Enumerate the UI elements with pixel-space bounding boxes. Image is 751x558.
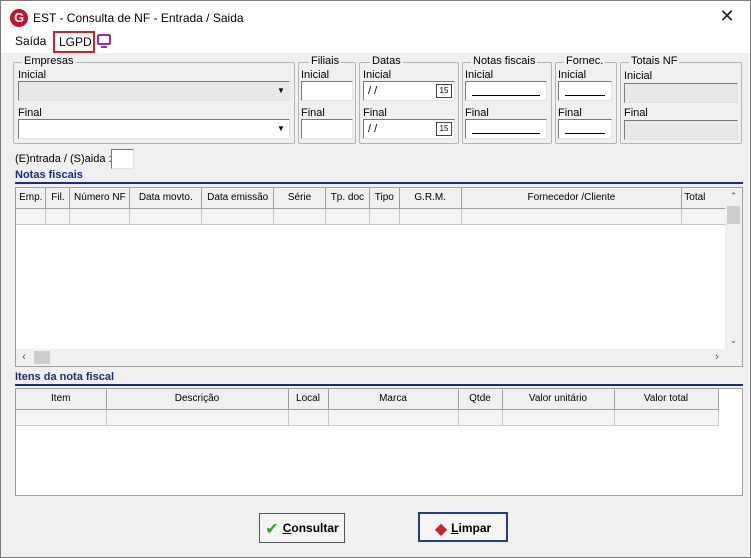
calendar-icon[interactable]: 15 bbox=[436, 122, 452, 136]
notas-grid[interactable]: Emp. Fil. Número NF Data movto. Data emi… bbox=[15, 187, 743, 367]
scroll-left-icon[interactable]: ‹ bbox=[16, 349, 32, 366]
close-button[interactable]: ✕ bbox=[704, 1, 750, 31]
fornec-inicial-input[interactable] bbox=[558, 81, 612, 101]
notas-inicial-input[interactable] bbox=[465, 81, 547, 101]
col-header[interactable]: Fil. bbox=[45, 188, 71, 209]
filiais-title: Filiais bbox=[309, 55, 342, 67]
scroll-down-icon[interactable]: ⌄ bbox=[725, 332, 742, 348]
col-header[interactable]: Local bbox=[288, 389, 329, 410]
consultar-button[interactable]: ✔ Consultar bbox=[259, 513, 345, 543]
itens-table: Item Descrição Local Marca Qtde Valor un… bbox=[16, 389, 719, 426]
fornec-final-label: Final bbox=[558, 107, 582, 119]
scroll-up-icon[interactable]: ⌃ bbox=[725, 188, 742, 204]
notas-table: Emp. Fil. Número NF Data movto. Data emi… bbox=[16, 188, 742, 225]
title-bar: G EST - Consulta de NF - Entrada / Saida… bbox=[1, 1, 750, 31]
chevron-down-icon[interactable]: ▼ bbox=[274, 83, 288, 99]
datas-inicial-label: Inicial bbox=[363, 69, 392, 81]
window: G EST - Consulta de NF - Entrada / Saida… bbox=[0, 0, 751, 558]
col-header[interactable]: Série bbox=[273, 188, 326, 209]
horizontal-scrollbar[interactable]: ‹ › bbox=[16, 349, 725, 366]
filiais-inicial-label: Inicial bbox=[301, 69, 330, 81]
notas-title: Notas fiscais bbox=[471, 55, 538, 67]
col-header[interactable]: Qtde bbox=[458, 389, 503, 410]
chevron-down-icon[interactable]: ▼ bbox=[274, 121, 288, 137]
fornec-title: Fornec. bbox=[564, 55, 606, 67]
col-header[interactable]: Descrição bbox=[106, 389, 289, 410]
datas-inicial-input[interactable]: / / 15 bbox=[363, 81, 455, 101]
col-header[interactable]: Fornecedor /Cliente bbox=[461, 188, 683, 209]
col-header[interactable]: Valor unitário bbox=[502, 389, 615, 410]
notas-final-input[interactable] bbox=[465, 119, 547, 139]
scroll-thumb[interactable] bbox=[727, 206, 740, 224]
datas-final-label: Final bbox=[363, 107, 387, 119]
totais-inicial-label: Inicial bbox=[624, 70, 653, 82]
calendar-icon[interactable]: 15 bbox=[436, 84, 452, 98]
notas-section-divider bbox=[15, 182, 743, 184]
col-header[interactable]: G.R.M. bbox=[399, 188, 462, 209]
menu-lgpd[interactable]: LGPD bbox=[53, 31, 95, 53]
totais-title: Totais NF bbox=[629, 55, 680, 67]
filiais-final-label: Final bbox=[301, 107, 325, 119]
totais-final-input bbox=[624, 120, 738, 140]
entrada-saida-input[interactable] bbox=[111, 149, 134, 169]
col-header[interactable]: Marca bbox=[328, 389, 459, 410]
table-row[interactable] bbox=[16, 409, 719, 426]
empresas-inicial-label: Inicial bbox=[18, 69, 47, 81]
menu-bar: Saída LGPD bbox=[1, 31, 750, 53]
itens-section-title: Itens da nota fiscal bbox=[15, 371, 115, 383]
totais-inicial-input bbox=[624, 83, 738, 103]
col-header[interactable]: Número NF bbox=[69, 188, 131, 209]
datas-title: Datas bbox=[370, 55, 403, 67]
filiais-final-input[interactable] bbox=[301, 119, 353, 139]
col-header[interactable]: Tp. doc bbox=[325, 188, 370, 209]
col-header[interactable]: Valor total bbox=[614, 389, 719, 410]
itens-header-row: Item Descrição Local Marca Qtde Valor un… bbox=[16, 389, 719, 410]
filiais-inicial-input[interactable] bbox=[301, 81, 353, 101]
scroll-thumb[interactable] bbox=[34, 351, 50, 364]
col-header[interactable]: Item bbox=[16, 389, 107, 410]
empresas-title: Empresas bbox=[22, 55, 76, 67]
notas-final-label: Final bbox=[465, 107, 489, 119]
datas-final-input[interactable]: / / 15 bbox=[363, 119, 455, 139]
entrada-saida-label: (E)ntrada / (S)aida : bbox=[15, 153, 112, 165]
menu-saida[interactable]: Saída bbox=[15, 34, 46, 48]
app-logo-icon: G bbox=[10, 9, 28, 27]
vertical-scrollbar[interactable]: ⌃ ⌄ bbox=[725, 188, 742, 366]
empresas-final-combo[interactable]: ▼ bbox=[18, 119, 290, 139]
limpar-button[interactable]: ◆ Limpar bbox=[418, 512, 508, 542]
table-row[interactable] bbox=[16, 208, 742, 225]
totais-final-label: Final bbox=[624, 107, 648, 119]
eraser-icon: ◆ bbox=[434, 521, 448, 538]
itens-grid[interactable]: Item Descrição Local Marca Qtde Valor un… bbox=[15, 388, 743, 496]
notas-inicial-label: Inicial bbox=[465, 69, 494, 81]
window-title: EST - Consulta de NF - Entrada / Saida bbox=[33, 11, 244, 25]
fornec-final-input[interactable] bbox=[558, 119, 612, 139]
scroll-right-icon[interactable]: › bbox=[709, 349, 725, 366]
empresas-final-label: Final bbox=[18, 107, 42, 119]
col-header[interactable]: Data movto. bbox=[129, 188, 203, 209]
itens-section-divider bbox=[15, 384, 743, 386]
fornec-inicial-label: Inicial bbox=[558, 69, 587, 81]
col-header[interactable]: Emp. bbox=[16, 188, 47, 209]
monitor-icon[interactable] bbox=[97, 34, 111, 48]
col-header[interactable]: Tipo bbox=[369, 188, 400, 209]
notas-section-title: Notas fiscais bbox=[15, 169, 83, 181]
checkmark-icon: ✔ bbox=[265, 521, 279, 538]
notas-header-row: Emp. Fil. Número NF Data movto. Data emi… bbox=[16, 188, 742, 209]
empresas-inicial-combo[interactable]: ▼ bbox=[18, 81, 290, 101]
col-header[interactable]: Data emissão bbox=[201, 188, 275, 209]
